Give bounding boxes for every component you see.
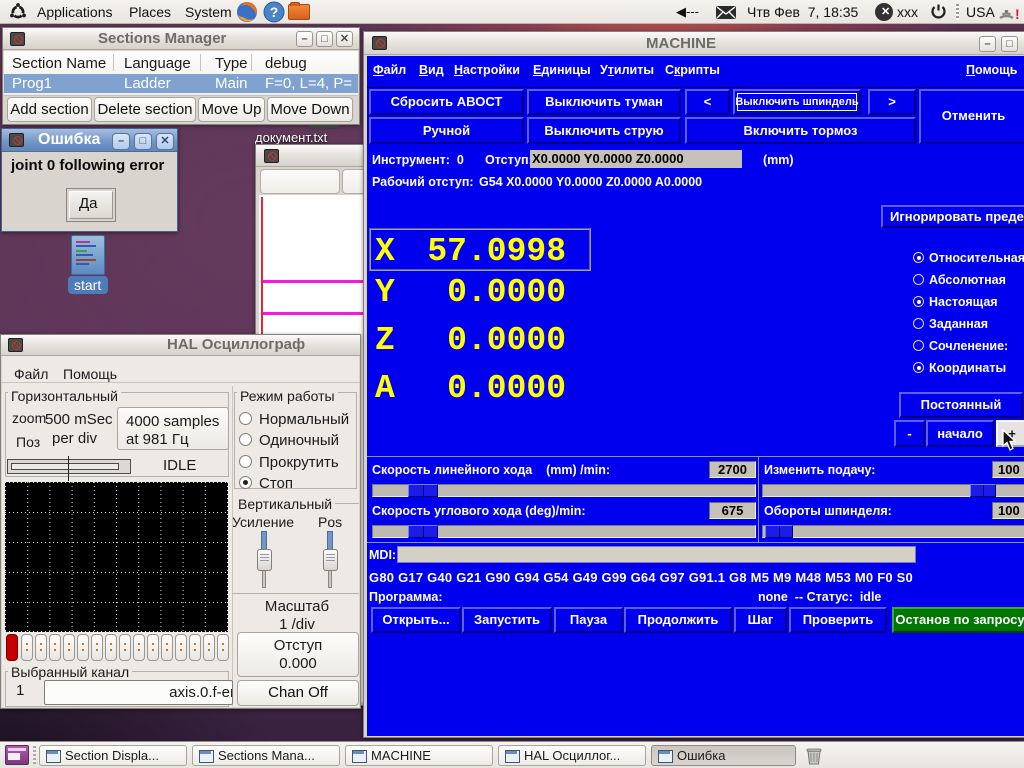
svg-text:?: ? <box>270 4 279 20</box>
svg-text:!: ! <box>1015 6 1019 21</box>
